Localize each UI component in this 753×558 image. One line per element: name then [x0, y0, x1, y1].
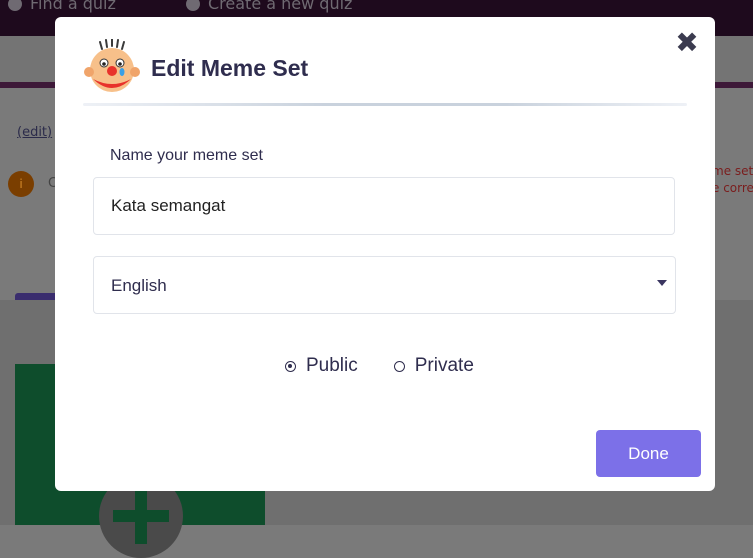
dialog-header: Edit Meme Set — [83, 38, 309, 97]
meme-set-name-input[interactable] — [93, 177, 675, 235]
radio-private-indicator[interactable] — [393, 360, 405, 372]
language-select[interactable]: English — [93, 256, 676, 314]
radio-public[interactable]: Public — [285, 355, 358, 377]
radio-private-label: Private — [414, 355, 474, 376]
background-side-text-line: e corre — [712, 181, 753, 195]
done-button[interactable]: Done — [596, 430, 701, 477]
nav-create-quiz-label: Create a new quiz — [208, 0, 353, 13]
language-select-value: English — [111, 276, 167, 295]
header-divider — [83, 103, 687, 106]
radio-public-label: Public — [306, 355, 358, 376]
visibility-radio-group: Public Private — [285, 355, 474, 377]
clown-logo-icon — [83, 38, 141, 97]
close-button[interactable]: ✖ — [675, 29, 699, 57]
search-icon — [8, 0, 22, 11]
plus-circle-icon — [186, 0, 200, 11]
background-info-icon: i — [8, 171, 34, 197]
nav-find-quiz-label: Find a quiz — [30, 0, 116, 13]
chevron-down-icon — [657, 280, 667, 286]
radio-private[interactable]: Private — [393, 355, 474, 377]
background-side-text: me set e corre — [712, 163, 753, 197]
name-field-label: Name your meme set — [110, 147, 263, 164]
radio-public-indicator[interactable] — [285, 360, 296, 372]
background-edit-link: (edit) — [17, 125, 53, 140]
edit-meme-set-dialog: ✖ Edit Meme Set Name your meme set Kata … — [55, 17, 715, 491]
nav-find-quiz: Find a quiz — [8, 0, 116, 13]
dialog-title: Edit Meme Set — [151, 54, 309, 81]
nav-create-quiz: Create a new quiz — [186, 0, 352, 13]
background-side-text-line: me set — [712, 164, 753, 178]
